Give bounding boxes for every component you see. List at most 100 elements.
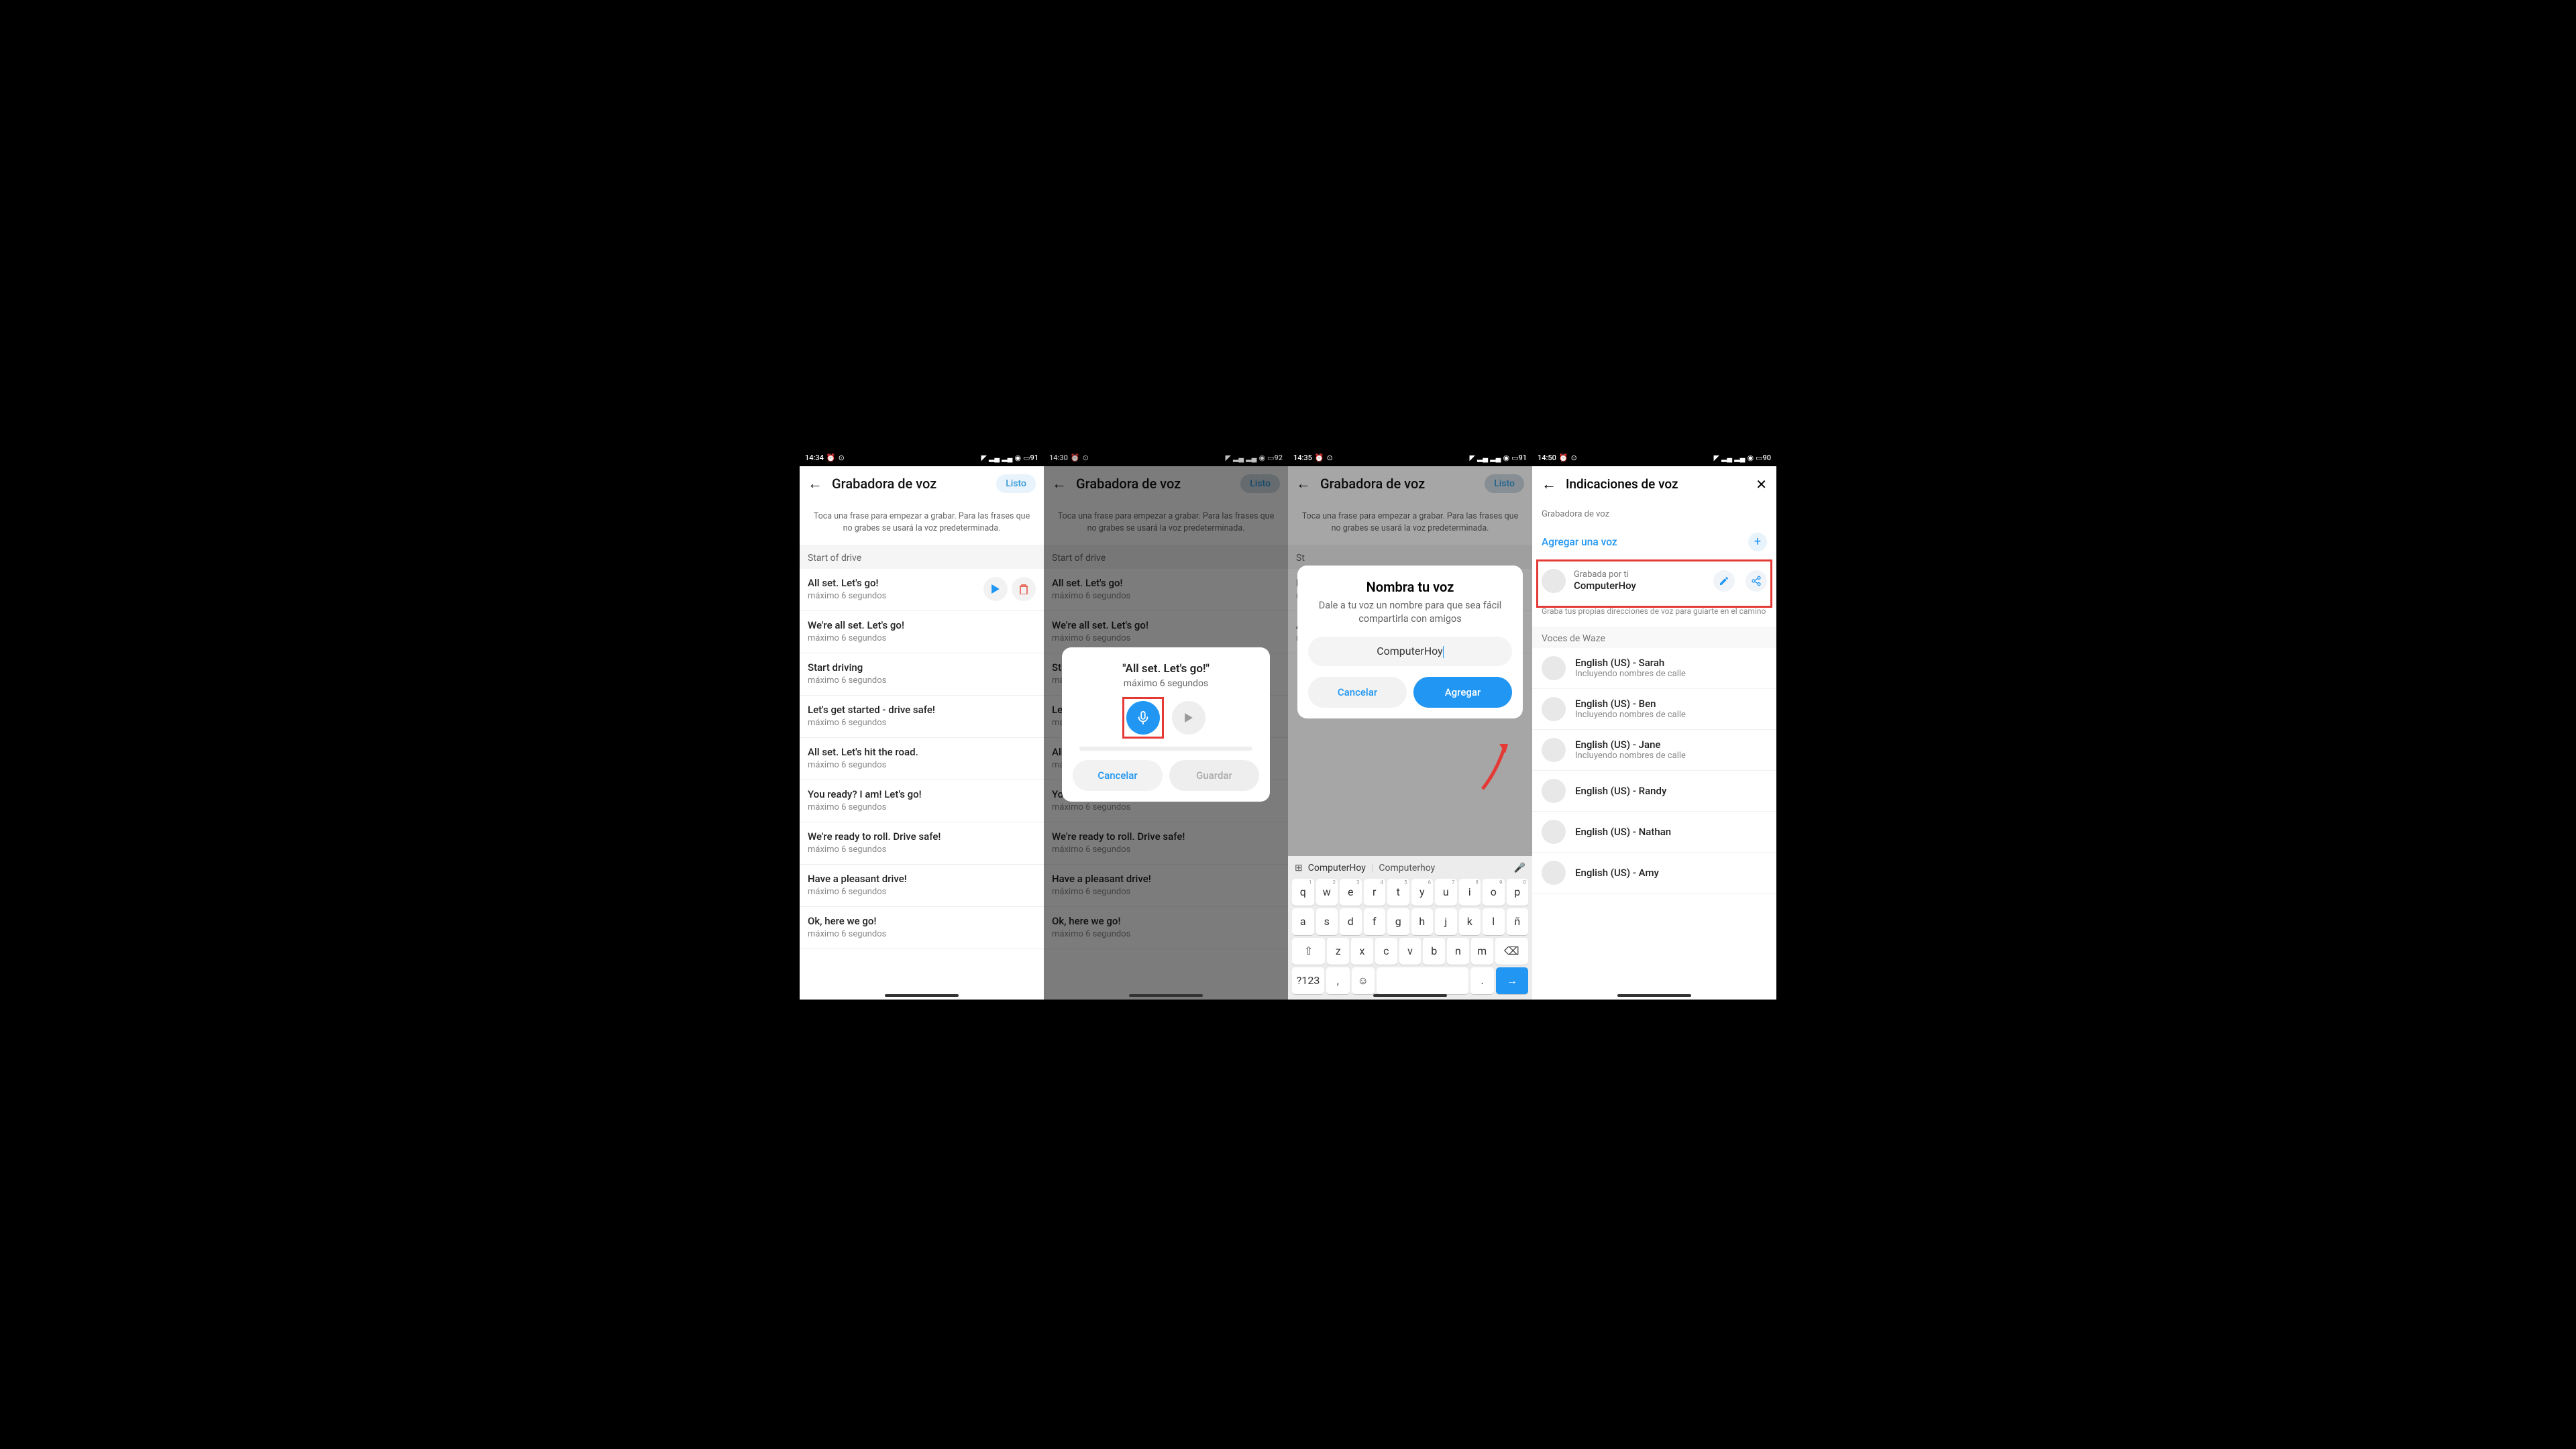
page-title: Indicaciones de voz [1566, 476, 1746, 492]
screen-2: 14:30⏰⊙ ◤▂▄▂▄◉▭92 ←Grabadora de vozListo… [1044, 450, 1288, 1000]
phrase-item[interactable]: Ok, here we go!máximo 6 segundos [800, 907, 1044, 949]
waze-voice-item[interactable]: English (US) - JaneIncluyendo nombres de… [1532, 730, 1776, 771]
key-c[interactable]: c [1375, 938, 1397, 965]
screen-3: 14:35⏰⊙ ◤▂▄▂▄◉▭91 ←Grabadora de vozListo… [1288, 450, 1532, 1000]
key-v[interactable]: v [1399, 938, 1421, 965]
keyboard: ⊞ ComputerHoy | Computerhoy 🎤 q1w2e3r4t5… [1288, 856, 1532, 1000]
section-header: Start of drive [800, 545, 1044, 569]
location-icon: ◤ [981, 453, 986, 462]
key-w[interactable]: w2 [1316, 879, 1338, 906]
key-x[interactable]: x [1351, 938, 1373, 965]
progress-bar [1079, 747, 1252, 751]
avatar [1542, 738, 1566, 762]
app-bar: ← Grabadora de voz Listo [800, 466, 1044, 501]
highlight-box [1122, 697, 1164, 739]
dialog-title: "All set. Let's go!" [1073, 662, 1259, 676]
key-m[interactable]: m [1471, 938, 1493, 965]
key-p[interactable]: p0 [1507, 879, 1529, 906]
phrase-item[interactable]: Start drivingmáximo 6 segundos [800, 653, 1044, 696]
waze-voice-item[interactable]: English (US) - BenIncluyendo nombres de … [1532, 689, 1776, 730]
play-button-disabled [1172, 701, 1205, 735]
waze-voice-item[interactable]: English (US) - Nathan [1532, 812, 1776, 853]
avatar [1542, 861, 1566, 885]
phrase-item[interactable]: All set. Let's hit the road.máximo 6 seg… [800, 738, 1044, 780]
back-icon[interactable]: ← [1542, 476, 1556, 493]
key-f[interactable]: f [1364, 908, 1386, 935]
phrase-item[interactable]: You ready? I am! Let's go!máximo 6 segun… [800, 780, 1044, 822]
waze-voice-item[interactable]: English (US) - Randy [1532, 771, 1776, 812]
delete-button[interactable] [1012, 577, 1036, 601]
time: 14:34 [805, 453, 824, 462]
key-j[interactable]: j [1435, 908, 1457, 935]
dialog-title: Nombra tu voz [1308, 579, 1512, 595]
phrase-item[interactable]: Let's get started - drive safe!máximo 6 … [800, 696, 1044, 738]
add-button[interactable]: Agregar [1413, 677, 1512, 708]
close-icon[interactable]: ✕ [1756, 476, 1767, 492]
signal-icon: ▂▄ [1002, 453, 1012, 462]
key-ñ[interactable]: ñ [1507, 908, 1529, 935]
phrase-item[interactable]: We're ready to roll. Drive safe!máximo 6… [800, 822, 1044, 865]
screen-4: 14:50⏰⊙ ◤▂▄▂▄◉▭90 ← Indicaciones de voz … [1532, 450, 1776, 1000]
wifi-icon: ◉ [1014, 453, 1021, 462]
key-l[interactable]: l [1483, 908, 1505, 935]
key-d[interactable]: d [1340, 908, 1362, 935]
enter-key[interactable]: → [1496, 967, 1528, 994]
alarm-icon: ⏰ [826, 453, 836, 462]
key-y[interactable]: y6 [1411, 879, 1434, 906]
home-indicator [885, 994, 959, 997]
phrase-item[interactable]: Have a pleasant drive!máximo 6 segundos [800, 865, 1044, 907]
suggestion[interactable]: Computerhoy [1379, 863, 1435, 873]
key-s[interactable]: s [1316, 908, 1338, 935]
app-bar: ← Indicaciones de voz ✕ [1532, 466, 1776, 502]
key-e[interactable]: e3 [1340, 879, 1362, 906]
key-b[interactable]: b [1423, 938, 1445, 965]
period-key[interactable]: . [1470, 967, 1493, 994]
cancel-button[interactable]: Cancelar [1073, 760, 1163, 791]
mic-icon[interactable]: 🎤 [1514, 863, 1525, 873]
cancel-button[interactable]: Cancelar [1308, 677, 1407, 708]
suggestion[interactable]: ComputerHoy [1308, 863, 1366, 873]
done-button[interactable]: Listo [996, 474, 1036, 493]
waze-voice-item[interactable]: English (US) - Amy [1532, 853, 1776, 894]
back-icon[interactable]: ← [808, 475, 822, 492]
key-r[interactable]: r4 [1364, 879, 1386, 906]
key-o[interactable]: o9 [1483, 879, 1505, 906]
key-t[interactable]: t5 [1387, 879, 1409, 906]
key-a[interactable]: a [1292, 908, 1314, 935]
symbols-key[interactable]: ?123 [1292, 967, 1324, 994]
avatar [1542, 656, 1566, 680]
home-indicator [1373, 994, 1447, 997]
key-g[interactable]: g [1387, 908, 1409, 935]
plus-icon[interactable]: + [1748, 533, 1767, 551]
key-u[interactable]: u7 [1435, 879, 1457, 906]
add-voice-row[interactable]: Agregar una voz + [1532, 523, 1776, 561]
help-text: Toca una frase para empezar a grabar. Pa… [800, 501, 1044, 545]
comma-key[interactable]: , [1326, 967, 1349, 994]
key-n[interactable]: n [1447, 938, 1469, 965]
screen-1: 14:34 ⏰ ⊙ ◤ ▂▄ ▂▄ ◉ ▭91 ← Grabadora de v… [800, 450, 1044, 1000]
play-button[interactable] [983, 577, 1008, 601]
record-dialog: "All set. Let's go!" máximo 6 segundos C… [1062, 647, 1270, 802]
key-h[interactable]: h [1411, 908, 1434, 935]
shift-key[interactable]: ⇧ [1292, 938, 1325, 965]
home-indicator [1129, 994, 1203, 997]
key-q[interactable]: q1 [1292, 879, 1314, 906]
voice-name-input[interactable]: ComputerHoy [1308, 637, 1512, 666]
name-voice-dialog: Nombra tu voz Dale a tu voz un nombre pa… [1297, 566, 1523, 718]
avatar [1542, 820, 1566, 844]
space-key[interactable] [1377, 967, 1469, 994]
save-button-disabled: Guardar [1169, 760, 1259, 791]
keyboard-grid-icon[interactable]: ⊞ [1295, 863, 1303, 873]
modal-overlay: "All set. Let's go!" máximo 6 segundos C… [1044, 450, 1288, 1000]
phrase-item[interactable]: We're all set. Let's go!máximo 6 segundo… [800, 611, 1044, 653]
waze-voice-item[interactable]: English (US) - SarahIncluyendo nombres d… [1532, 648, 1776, 689]
phrase-item[interactable]: All set. Let's go!máximo 6 segundos [800, 569, 1044, 611]
status-bar: 14:35⏰⊙ ◤▂▄▂▄◉▭91 [1288, 450, 1532, 466]
emoji-key[interactable]: ☺ [1352, 967, 1375, 994]
sync-icon: ⊙ [839, 453, 845, 462]
key-z[interactable]: z [1327, 938, 1349, 965]
status-bar: 14:34 ⏰ ⊙ ◤ ▂▄ ▂▄ ◉ ▭91 [800, 450, 1044, 466]
backspace-key[interactable]: ⌫ [1495, 938, 1528, 965]
key-i[interactable]: i8 [1459, 879, 1481, 906]
key-k[interactable]: k [1459, 908, 1481, 935]
